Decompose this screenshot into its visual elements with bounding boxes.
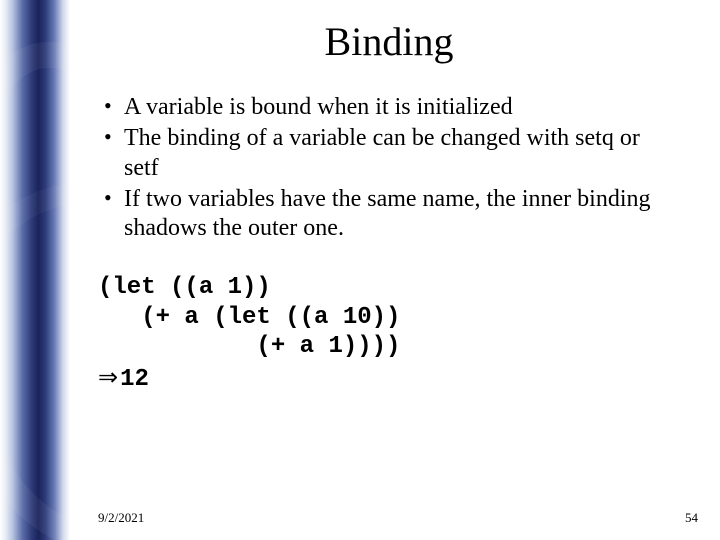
result-arrow-icon: ⇒ <box>98 364 118 391</box>
footer-page-number: 54 <box>685 510 698 526</box>
result-line: ⇒12 <box>98 363 680 393</box>
footer-date: 9/2/2021 <box>98 510 144 526</box>
code-block: (let ((a 1)) (+ a (let ((a 10)) (+ a 1))… <box>98 273 680 361</box>
bullet-item: A variable is bound when it is initializ… <box>98 93 680 122</box>
slide: Binding A variable is bound when it is i… <box>0 0 720 540</box>
slide-content: Binding A variable is bound when it is i… <box>70 0 720 540</box>
decorative-sidebar <box>0 0 70 540</box>
bullet-list: A variable is bound when it is initializ… <box>98 93 680 243</box>
slide-title: Binding <box>98 18 680 65</box>
result-value: 12 <box>120 366 149 393</box>
bullet-item: If two variables have the same name, the… <box>98 185 680 244</box>
bullet-item: The binding of a variable can be changed… <box>98 124 680 183</box>
